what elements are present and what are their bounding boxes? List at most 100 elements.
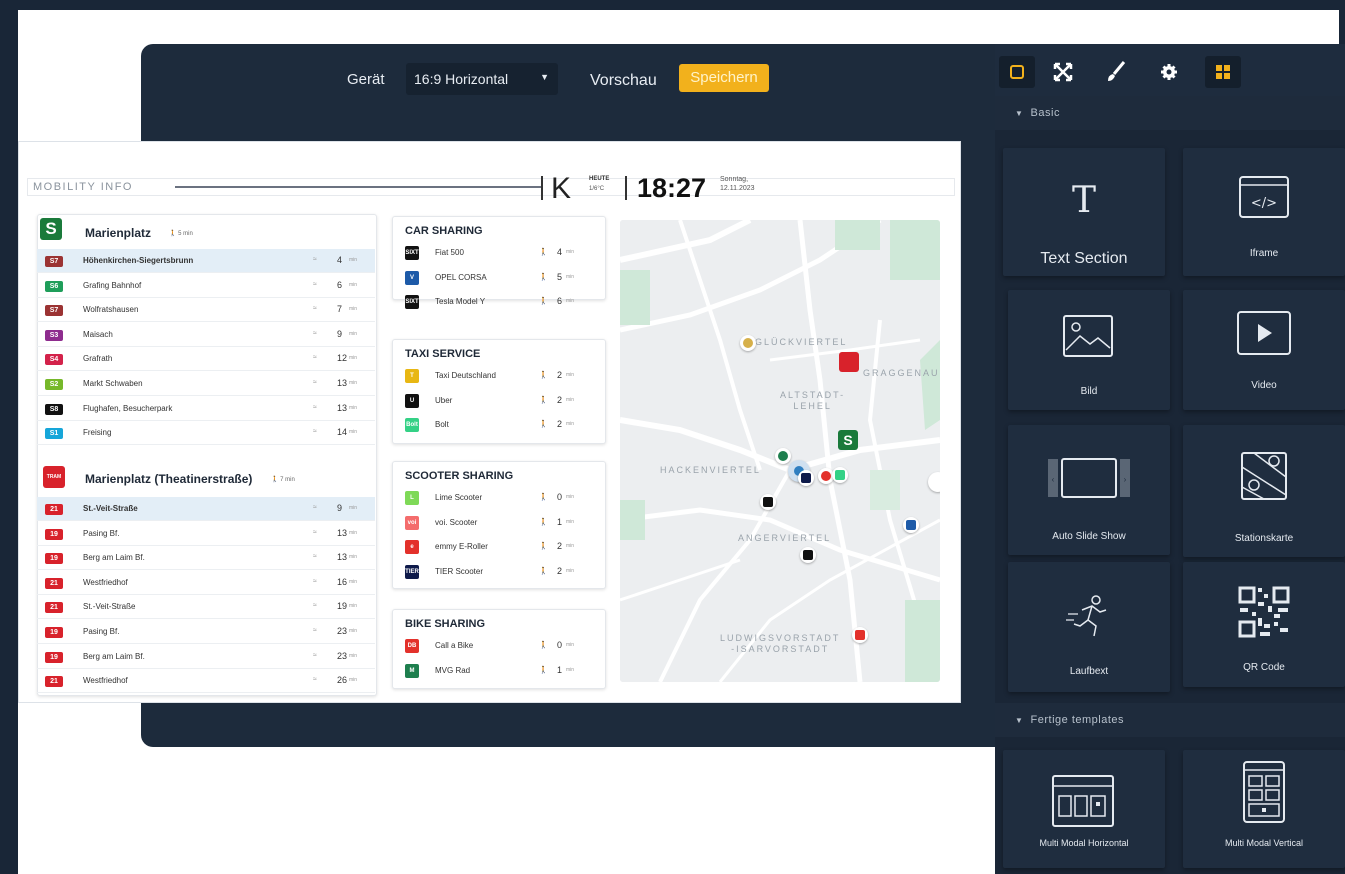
service-row: L Lime Scooter 🚶 0 min bbox=[393, 486, 607, 510]
minutes: 7 bbox=[337, 304, 343, 315]
service-panel: BIKE SHARING DB Call a Bike 🚶 0 min M MVG Rad 🚶 1… bbox=[392, 609, 606, 689]
line-badge: S3 bbox=[45, 329, 63, 341]
device-select[interactable]: 16:9 Horizontal ▼ bbox=[406, 63, 558, 95]
map-marker[interactable] bbox=[800, 547, 816, 563]
walk-icon: 🚶 bbox=[539, 642, 548, 649]
widget-video[interactable]: Video bbox=[1183, 290, 1345, 410]
provider-logo: V bbox=[405, 270, 419, 285]
minutes-unit: min bbox=[349, 505, 358, 511]
service-row: DB Call a Bike 🚶 0 min bbox=[393, 634, 607, 658]
tram-stop-icon[interactable] bbox=[839, 352, 859, 372]
departure-row: 19 Pasing Bf. ≈23 min bbox=[37, 620, 375, 644]
walk-icon: 🚶 bbox=[539, 567, 548, 575]
caret-down-icon: ▼ bbox=[1015, 716, 1024, 725]
line-badge: 19 bbox=[45, 627, 63, 638]
provider-name: Fiat 500 bbox=[435, 248, 464, 257]
count-unit: min bbox=[566, 543, 575, 549]
widget-label: Multi Modal Horizontal bbox=[1039, 838, 1129, 848]
minutes: 4 bbox=[337, 255, 343, 265]
expand-icon bbox=[1053, 62, 1073, 82]
service-panel: CAR SHARING SIXT Fiat 500 🚶 4 min V OPEL CORSA 🚶… bbox=[392, 216, 606, 309]
save-button[interactable]: Speichern bbox=[679, 64, 769, 92]
minutes: 23 bbox=[337, 650, 348, 661]
destination: Grafrath bbox=[83, 354, 113, 364]
available-count: 2 bbox=[557, 419, 563, 429]
left-frame bbox=[0, 0, 18, 874]
widget-iframe[interactable]: </> Iframe bbox=[1183, 148, 1345, 276]
station-map[interactable]: GLÜCKVIERTEL GRAGGENAU ALTSTADT- LEHEL H… bbox=[620, 220, 940, 682]
available-count: 1 bbox=[557, 516, 563, 527]
destination: Maisach bbox=[83, 329, 113, 339]
minutes: 16 bbox=[337, 576, 348, 587]
departure-row: S8 Flughafen, Besucherpark ≈13 min bbox=[37, 397, 375, 421]
departure-row: 19 Berg am Laim Bf. ≈13 min bbox=[37, 546, 375, 571]
widget-qr-code[interactable]: QR Code bbox=[1183, 562, 1345, 687]
destination: Westfriedhof bbox=[83, 577, 128, 587]
map-label-district: GRAGGENAU bbox=[863, 368, 940, 378]
map-marker[interactable] bbox=[832, 467, 848, 483]
minutes-unit: min bbox=[349, 257, 358, 263]
provider-name: OPEL CORSA bbox=[435, 272, 487, 282]
live-icon: ≈ bbox=[313, 504, 317, 511]
tab-style[interactable] bbox=[1098, 56, 1134, 88]
destination: Wolfratshausen bbox=[83, 305, 139, 315]
live-icon: ≈ bbox=[313, 676, 317, 684]
provider-logo: T bbox=[405, 369, 419, 383]
preview-button[interactable]: Vorschau bbox=[590, 72, 657, 90]
walk-icon: 🚶 bbox=[539, 518, 548, 526]
widget-auto-slide-show[interactable]: ‹ › Auto Slide Show bbox=[1008, 425, 1170, 555]
widget-laufband[interactable]: Laufbext bbox=[1008, 562, 1170, 692]
walk-icon: 🚶 bbox=[539, 396, 548, 404]
live-icon: ≈ bbox=[313, 602, 317, 610]
template-multi-modal-vertical[interactable]: Multi Modal Vertical bbox=[1183, 750, 1345, 868]
widget-bild[interactable]: Bild bbox=[1008, 290, 1170, 410]
provider-name: Call a Bike bbox=[435, 641, 474, 650]
sidebar-tabbar bbox=[995, 44, 1345, 98]
section-basic-header[interactable]: ▼ Basic bbox=[995, 96, 1345, 130]
screen-preview[interactable]: MOBILITY INFO K HEUTE 1/6°C 18:27 Sonnta… bbox=[18, 141, 961, 703]
available-count: 2 bbox=[557, 565, 563, 576]
line-badge: S7 bbox=[45, 305, 63, 317]
map-marker[interactable] bbox=[852, 627, 868, 643]
provider-logo: SIXT bbox=[405, 246, 419, 260]
destination: Freising bbox=[83, 428, 112, 438]
widget-text-section[interactable]: T Text Section bbox=[1003, 148, 1165, 276]
line-badge: S8 bbox=[45, 403, 63, 415]
template-multi-modal-horizontal[interactable]: Multi Modal Horizontal bbox=[1003, 750, 1165, 868]
minutes: 19 bbox=[337, 601, 348, 612]
departure-row: S6 Grafing Bahnhof ≈6 min bbox=[37, 274, 375, 298]
live-icon: ≈ bbox=[313, 256, 317, 263]
count-unit: min bbox=[566, 249, 575, 255]
available-count: 2 bbox=[557, 394, 563, 405]
map-marker[interactable] bbox=[760, 494, 776, 510]
tab-settings[interactable] bbox=[1151, 56, 1187, 88]
image-icon bbox=[1063, 315, 1113, 357]
svg-text:›: › bbox=[1124, 475, 1127, 484]
minutes-unit: min bbox=[349, 677, 358, 684]
section-templates-header[interactable]: ▼ Fertige templates bbox=[995, 703, 1345, 737]
device-select-value: 16:9 Horizontal bbox=[414, 71, 509, 87]
service-title: CAR SHARING bbox=[405, 225, 483, 237]
minutes: 14 bbox=[337, 427, 348, 438]
map-marker[interactable] bbox=[903, 517, 919, 533]
service-title: TAXI SERVICE bbox=[405, 348, 481, 360]
tab-layout[interactable] bbox=[999, 56, 1035, 88]
departure-row: 21 Westfriedhof ≈26 min bbox=[37, 669, 375, 694]
live-icon: ≈ bbox=[313, 428, 317, 436]
count-unit: min bbox=[566, 421, 575, 427]
widget-stationskarte[interactable]: Stationskarte bbox=[1183, 425, 1345, 557]
tab-fullscreen[interactable] bbox=[1045, 56, 1081, 88]
widget-label: Text Section bbox=[1040, 250, 1128, 267]
line-badge: 19 bbox=[45, 651, 63, 663]
tab-widgets[interactable] bbox=[1205, 56, 1241, 88]
departure-row: 19 Pasing Bf. ≈13 min bbox=[37, 522, 375, 546]
station-name: Marienplatz (Theatinerstraße) bbox=[85, 472, 253, 486]
walk-icon: 🚶 bbox=[539, 494, 548, 501]
s-bahn-icon: S bbox=[40, 218, 62, 240]
minutes: 23 bbox=[337, 626, 348, 636]
s-bahn-stop-icon[interactable]: S bbox=[838, 430, 858, 450]
map-marker[interactable] bbox=[798, 470, 814, 486]
map-marker[interactable] bbox=[775, 448, 791, 464]
map-label-district: HACKENVIERTEL bbox=[660, 465, 761, 475]
map-marker[interactable] bbox=[740, 335, 756, 351]
